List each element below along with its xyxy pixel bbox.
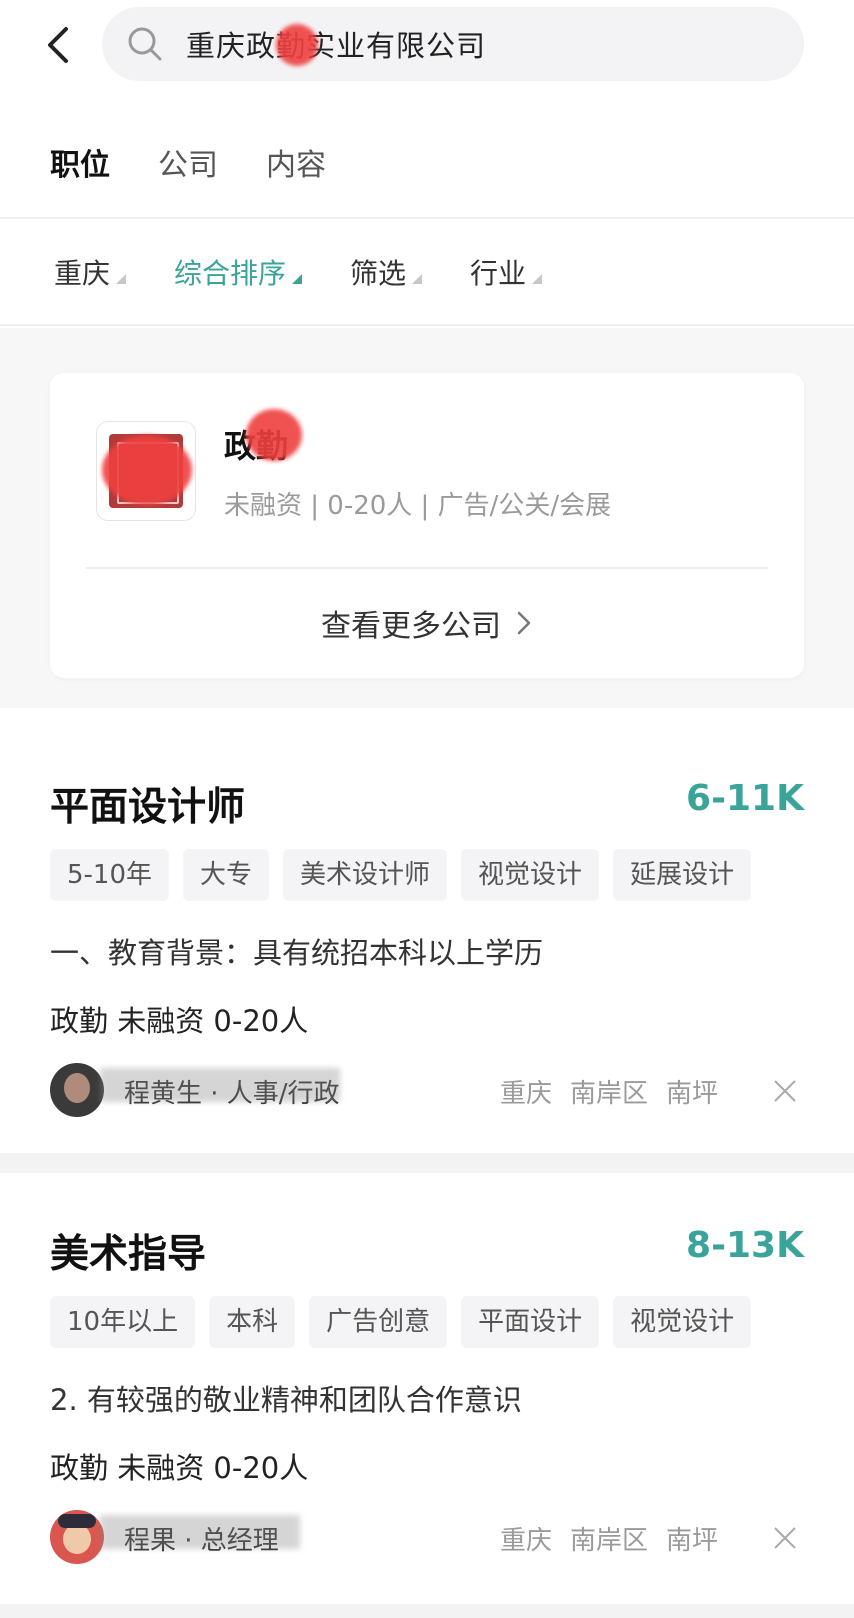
recruiter-avatar bbox=[50, 1510, 104, 1564]
company-card[interactable]: 政勤 未融资 | 0-20人 | 广告/公关/会展 查看更多公司 bbox=[50, 373, 804, 678]
job-tags: 5-10年 大专 美术设计师 视觉设计 延展设计 bbox=[50, 849, 752, 901]
filter-screen-label: 筛选 bbox=[350, 257, 407, 290]
close-icon[interactable] bbox=[772, 1078, 798, 1104]
job-location: 重庆 南岸区 南坪 bbox=[500, 1073, 718, 1110]
company-meta: 未融资 | 0-20人 | 广告/公关/会展 bbox=[224, 491, 612, 521]
location-area: 南坪 bbox=[665, 1079, 718, 1109]
card-separator bbox=[0, 1153, 854, 1173]
result-tabs: 职位 公司 内容 bbox=[50, 140, 326, 184]
card-divider bbox=[86, 567, 768, 569]
redaction-mark bbox=[102, 435, 192, 505]
more-companies-label: 查看更多公司 bbox=[321, 609, 501, 644]
sort-triangle-icon bbox=[412, 274, 423, 284]
location-district: 南岸区 bbox=[569, 1526, 648, 1556]
job-tag: 5-10年 bbox=[50, 849, 170, 901]
sort-triangle-icon bbox=[532, 274, 543, 284]
search-bar[interactable]: 重庆政勤实业有限公司 bbox=[102, 7, 804, 81]
job-description: 2. 有较强的敬业精神和团队合作意识 bbox=[50, 1383, 522, 1417]
job-tag: 10年以上 bbox=[50, 1296, 196, 1348]
tabs-divider bbox=[0, 217, 854, 219]
sort-triangle-icon bbox=[116, 274, 127, 284]
job-tag: 大专 bbox=[183, 849, 270, 901]
job-salary: 6-11K bbox=[686, 778, 804, 819]
job-salary: 8-13K bbox=[686, 1225, 804, 1266]
sort-triangle-icon bbox=[292, 274, 303, 284]
search-query[interactable]: 重庆政勤实业有限公司 bbox=[186, 23, 486, 65]
job-tag: 延展设计 bbox=[613, 849, 752, 901]
redaction-mark bbox=[276, 24, 318, 66]
job-tag: 视觉设计 bbox=[461, 849, 600, 901]
job-tag: 本科 bbox=[209, 1296, 296, 1348]
job-title: 美术指导 bbox=[50, 1232, 207, 1277]
tab-content[interactable]: 内容 bbox=[266, 140, 326, 184]
job-tag: 美术设计师 bbox=[283, 849, 448, 901]
filter-sort[interactable]: 综合排序 bbox=[174, 252, 303, 292]
job-title: 平面设计师 bbox=[50, 785, 246, 830]
filter-screen[interactable]: 筛选 bbox=[350, 252, 423, 292]
location-area: 南坪 bbox=[665, 1526, 718, 1556]
job-card[interactable]: 平面设计师 6-11K 5-10年 大专 美术设计师 视觉设计 延展设计 一、教… bbox=[0, 708, 854, 1153]
job-location: 重庆 南岸区 南坪 bbox=[500, 1520, 718, 1557]
location-district: 南岸区 bbox=[569, 1079, 648, 1109]
job-tag: 广告创意 bbox=[309, 1296, 448, 1348]
card-separator bbox=[0, 1604, 854, 1618]
filter-industry-label: 行业 bbox=[470, 257, 527, 290]
back-arrow-icon bbox=[48, 27, 68, 63]
job-company: 政勤 未融资 0-20人 bbox=[50, 1451, 309, 1485]
location-city: 重庆 bbox=[499, 1079, 552, 1109]
job-tag: 视觉设计 bbox=[613, 1296, 752, 1348]
job-company: 政勤 未融资 0-20人 bbox=[50, 1004, 309, 1038]
job-tags: 10年以上 本科 广告创意 平面设计 视觉设计 bbox=[50, 1296, 752, 1348]
close-icon[interactable] bbox=[772, 1525, 798, 1551]
filter-city-label: 重庆 bbox=[54, 257, 111, 290]
redaction-blur bbox=[100, 1515, 300, 1549]
more-companies-link[interactable]: 查看更多公司 bbox=[50, 601, 804, 645]
back-button[interactable] bbox=[44, 22, 84, 68]
redaction-blur bbox=[100, 1068, 340, 1102]
filter-city[interactable]: 重庆 bbox=[54, 252, 127, 292]
chevron-right-icon bbox=[517, 611, 531, 635]
tab-positions[interactable]: 职位 bbox=[50, 140, 110, 184]
search-icon bbox=[128, 27, 162, 61]
filter-sort-label: 综合排序 bbox=[174, 257, 287, 290]
recruiter-avatar bbox=[50, 1063, 104, 1117]
filters-divider bbox=[0, 324, 854, 326]
redaction-mark bbox=[246, 409, 302, 461]
job-description: 一、教育背景：具有统招本科以上学历 bbox=[50, 936, 544, 970]
job-tag: 平面设计 bbox=[461, 1296, 600, 1348]
filter-industry[interactable]: 行业 bbox=[470, 252, 543, 292]
location-city: 重庆 bbox=[499, 1526, 552, 1556]
tab-companies[interactable]: 公司 bbox=[158, 140, 218, 184]
job-card[interactable]: 美术指导 8-13K 10年以上 本科 广告创意 平面设计 视觉设计 2. 有较… bbox=[0, 1173, 854, 1618]
filter-bar: 重庆 综合排序 筛选 行业 bbox=[54, 252, 590, 292]
